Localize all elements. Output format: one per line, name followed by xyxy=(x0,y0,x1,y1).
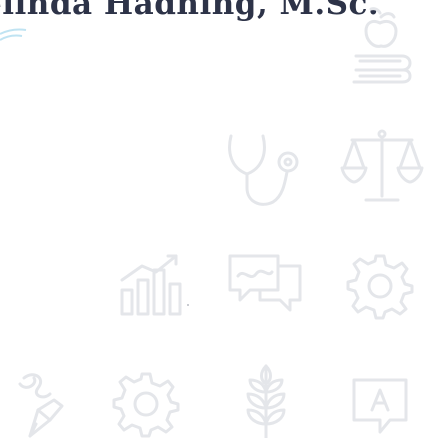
stethoscope-icon xyxy=(225,128,305,214)
page-canvas: elinda Hadning, M.Sc. xyxy=(0,0,442,438)
growth-chart-icon xyxy=(118,250,190,320)
wheat-icon xyxy=(238,362,294,438)
chat-bubbles-icon xyxy=(226,252,304,316)
gear-icon xyxy=(346,252,414,320)
speech-bubble-a-icon xyxy=(350,376,410,438)
apple-books-icon xyxy=(350,7,414,90)
balance-scale-icon xyxy=(340,128,424,206)
pencil-ribbon-icon xyxy=(10,370,72,438)
page-title: elinda Hadning, M.Sc. xyxy=(0,0,380,22)
gear-icon xyxy=(112,370,180,438)
stray-dot xyxy=(187,304,189,306)
